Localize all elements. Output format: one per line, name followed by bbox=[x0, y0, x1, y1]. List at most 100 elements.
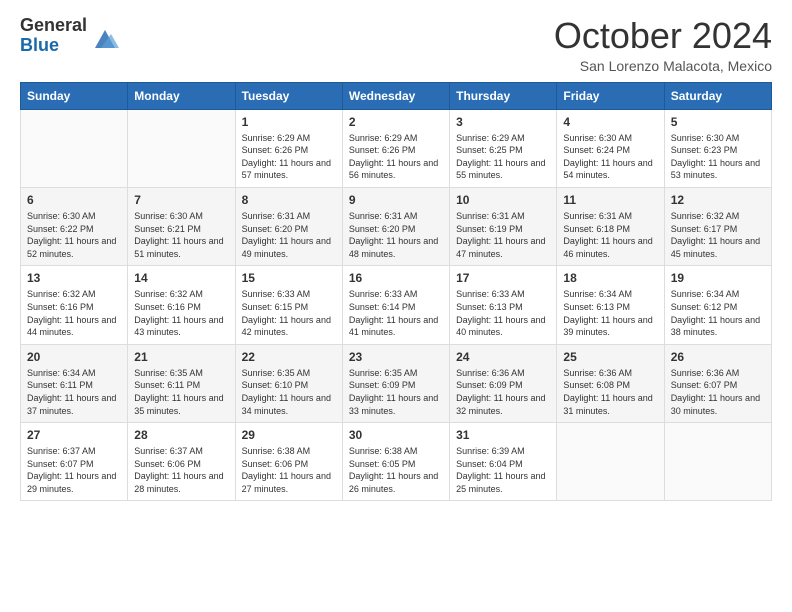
cell-content: Sunrise: 6:33 AMSunset: 6:15 PMDaylight:… bbox=[242, 288, 336, 338]
day-number: 1 bbox=[242, 115, 336, 129]
cell-content: Sunrise: 6:35 AMSunset: 6:11 PMDaylight:… bbox=[134, 367, 228, 417]
cell-content: Sunrise: 6:29 AMSunset: 6:26 PMDaylight:… bbox=[242, 132, 336, 182]
table-row: 28 Sunrise: 6:37 AMSunset: 6:06 PMDayligh… bbox=[128, 423, 235, 501]
day-number: 25 bbox=[563, 350, 657, 364]
col-monday: Monday bbox=[128, 82, 235, 109]
table-row: 30 Sunrise: 6:38 AMSunset: 6:05 PMDayligh… bbox=[342, 423, 449, 501]
table-row: 15 Sunrise: 6:33 AMSunset: 6:15 PMDayligh… bbox=[235, 266, 342, 344]
day-number: 11 bbox=[563, 193, 657, 207]
page: General Blue October 2024 San Lorenzo Ma… bbox=[0, 0, 792, 521]
day-number: 30 bbox=[349, 428, 443, 442]
day-number: 15 bbox=[242, 271, 336, 285]
table-row: 25 Sunrise: 6:36 AMSunset: 6:08 PMDayligh… bbox=[557, 344, 664, 422]
table-row: 26Sunrise: 6:36 AMSunset: 6:07 PMDayligh… bbox=[664, 344, 771, 422]
calendar-week-row: 27Sunrise: 6:37 AMSunset: 6:07 PMDayligh… bbox=[21, 423, 772, 501]
cell-content: Sunrise: 6:30 AMSunset: 6:23 PMDaylight:… bbox=[671, 132, 765, 182]
day-number: 19 bbox=[671, 271, 765, 285]
cell-content: Sunrise: 6:34 AMSunset: 6:12 PMDaylight:… bbox=[671, 288, 765, 338]
table-row: 5 Sunrise: 6:30 AMSunset: 6:23 PMDaylight… bbox=[664, 109, 771, 187]
subtitle: San Lorenzo Malacota, Mexico bbox=[554, 58, 772, 74]
day-number: 12 bbox=[671, 193, 765, 207]
calendar-week-row: 6 Sunrise: 6:30 AMSunset: 6:22 PMDaylight… bbox=[21, 187, 772, 265]
table-row: 24 Sunrise: 6:36 AMSunset: 6:09 PMDayligh… bbox=[450, 344, 557, 422]
cell-content: Sunrise: 6:32 AMSunset: 6:16 PMDaylight:… bbox=[27, 288, 121, 338]
table-row bbox=[664, 423, 771, 501]
title-area: October 2024 San Lorenzo Malacota, Mexic… bbox=[554, 16, 772, 74]
cell-content: Sunrise: 6:30 AMSunset: 6:24 PMDaylight:… bbox=[563, 132, 657, 182]
col-thursday: Thursday bbox=[450, 82, 557, 109]
col-saturday: Saturday bbox=[664, 82, 771, 109]
table-row: 1 Sunrise: 6:29 AMSunset: 6:26 PMDaylight… bbox=[235, 109, 342, 187]
cell-content: Sunrise: 6:30 AMSunset: 6:21 PMDaylight:… bbox=[134, 210, 228, 260]
table-row bbox=[557, 423, 664, 501]
day-number: 6 bbox=[27, 193, 121, 207]
day-number: 2 bbox=[349, 115, 443, 129]
day-number: 21 bbox=[134, 350, 228, 364]
cell-content: Sunrise: 6:36 AMSunset: 6:08 PMDaylight:… bbox=[563, 367, 657, 417]
day-number: 26 bbox=[671, 350, 765, 364]
month-title: October 2024 bbox=[554, 16, 772, 56]
day-number: 10 bbox=[456, 193, 550, 207]
table-row: 14Sunrise: 6:32 AMSunset: 6:16 PMDayligh… bbox=[128, 266, 235, 344]
cell-content: Sunrise: 6:34 AMSunset: 6:13 PMDaylight:… bbox=[563, 288, 657, 338]
table-row: 13Sunrise: 6:32 AMSunset: 6:16 PMDayligh… bbox=[21, 266, 128, 344]
cell-content: Sunrise: 6:31 AMSunset: 6:20 PMDaylight:… bbox=[242, 210, 336, 260]
logo-icon bbox=[91, 24, 119, 52]
day-number: 4 bbox=[563, 115, 657, 129]
header: General Blue October 2024 San Lorenzo Ma… bbox=[20, 16, 772, 74]
day-number: 20 bbox=[27, 350, 121, 364]
table-row bbox=[21, 109, 128, 187]
cell-content: Sunrise: 6:32 AMSunset: 6:16 PMDaylight:… bbox=[134, 288, 228, 338]
cell-content: Sunrise: 6:37 AMSunset: 6:06 PMDaylight:… bbox=[134, 445, 228, 495]
table-row: 20 Sunrise: 6:34 AMSunset: 6:11 PMDayligh… bbox=[21, 344, 128, 422]
cell-content: Sunrise: 6:31 AMSunset: 6:19 PMDaylight:… bbox=[456, 210, 550, 260]
table-row: 9Sunrise: 6:31 AMSunset: 6:20 PMDaylight… bbox=[342, 187, 449, 265]
calendar-table: Sunday Monday Tuesday Wednesday Thursday… bbox=[20, 82, 772, 502]
cell-content: Sunrise: 6:38 AMSunset: 6:06 PMDaylight:… bbox=[242, 445, 336, 495]
table-row: 2 Sunrise: 6:29 AMSunset: 6:26 PMDaylight… bbox=[342, 109, 449, 187]
day-number: 18 bbox=[563, 271, 657, 285]
col-sunday: Sunday bbox=[21, 82, 128, 109]
cell-content: Sunrise: 6:31 AMSunset: 6:20 PMDaylight:… bbox=[349, 210, 443, 260]
calendar-week-row: 13Sunrise: 6:32 AMSunset: 6:16 PMDayligh… bbox=[21, 266, 772, 344]
day-number: 29 bbox=[242, 428, 336, 442]
cell-content: Sunrise: 6:37 AMSunset: 6:07 PMDaylight:… bbox=[27, 445, 121, 495]
table-row: 4 Sunrise: 6:30 AMSunset: 6:24 PMDaylight… bbox=[557, 109, 664, 187]
col-tuesday: Tuesday bbox=[235, 82, 342, 109]
day-number: 28 bbox=[134, 428, 228, 442]
day-number: 17 bbox=[456, 271, 550, 285]
logo-blue: Blue bbox=[20, 36, 87, 56]
table-row: 27Sunrise: 6:37 AMSunset: 6:07 PMDayligh… bbox=[21, 423, 128, 501]
table-row: 22 Sunrise: 6:35 AMSunset: 6:10 PMDayligh… bbox=[235, 344, 342, 422]
calendar-header-row: Sunday Monday Tuesday Wednesday Thursday… bbox=[21, 82, 772, 109]
logo-text: General Blue bbox=[20, 16, 87, 56]
cell-content: Sunrise: 6:38 AMSunset: 6:05 PMDaylight:… bbox=[349, 445, 443, 495]
col-wednesday: Wednesday bbox=[342, 82, 449, 109]
table-row: 17Sunrise: 6:33 AMSunset: 6:13 PMDayligh… bbox=[450, 266, 557, 344]
logo: General Blue bbox=[20, 16, 119, 56]
logo-general: General bbox=[20, 16, 87, 36]
day-number: 24 bbox=[456, 350, 550, 364]
day-number: 22 bbox=[242, 350, 336, 364]
cell-content: Sunrise: 6:35 AMSunset: 6:10 PMDaylight:… bbox=[242, 367, 336, 417]
day-number: 3 bbox=[456, 115, 550, 129]
table-row: 19 Sunrise: 6:34 AMSunset: 6:12 PMDayligh… bbox=[664, 266, 771, 344]
day-number: 16 bbox=[349, 271, 443, 285]
table-row: 8Sunrise: 6:31 AMSunset: 6:20 PMDaylight… bbox=[235, 187, 342, 265]
cell-content: Sunrise: 6:34 AMSunset: 6:11 PMDaylight:… bbox=[27, 367, 121, 417]
day-number: 5 bbox=[671, 115, 765, 129]
table-row: 6 Sunrise: 6:30 AMSunset: 6:22 PMDaylight… bbox=[21, 187, 128, 265]
table-row: 23Sunrise: 6:35 AMSunset: 6:09 PMDayligh… bbox=[342, 344, 449, 422]
table-row: 7Sunrise: 6:30 AMSunset: 6:21 PMDaylight… bbox=[128, 187, 235, 265]
table-row: 16Sunrise: 6:33 AMSunset: 6:14 PMDayligh… bbox=[342, 266, 449, 344]
cell-content: Sunrise: 6:30 AMSunset: 6:22 PMDaylight:… bbox=[27, 210, 121, 260]
cell-content: Sunrise: 6:29 AMSunset: 6:25 PMDaylight:… bbox=[456, 132, 550, 182]
table-row: 29 Sunrise: 6:38 AMSunset: 6:06 PMDayligh… bbox=[235, 423, 342, 501]
cell-content: Sunrise: 6:29 AMSunset: 6:26 PMDaylight:… bbox=[349, 132, 443, 182]
table-row bbox=[128, 109, 235, 187]
cell-content: Sunrise: 6:32 AMSunset: 6:17 PMDaylight:… bbox=[671, 210, 765, 260]
day-number: 31 bbox=[456, 428, 550, 442]
cell-content: Sunrise: 6:36 AMSunset: 6:09 PMDaylight:… bbox=[456, 367, 550, 417]
table-row: 11 Sunrise: 6:31 AMSunset: 6:18 PMDayligh… bbox=[557, 187, 664, 265]
cell-content: Sunrise: 6:31 AMSunset: 6:18 PMDaylight:… bbox=[563, 210, 657, 260]
